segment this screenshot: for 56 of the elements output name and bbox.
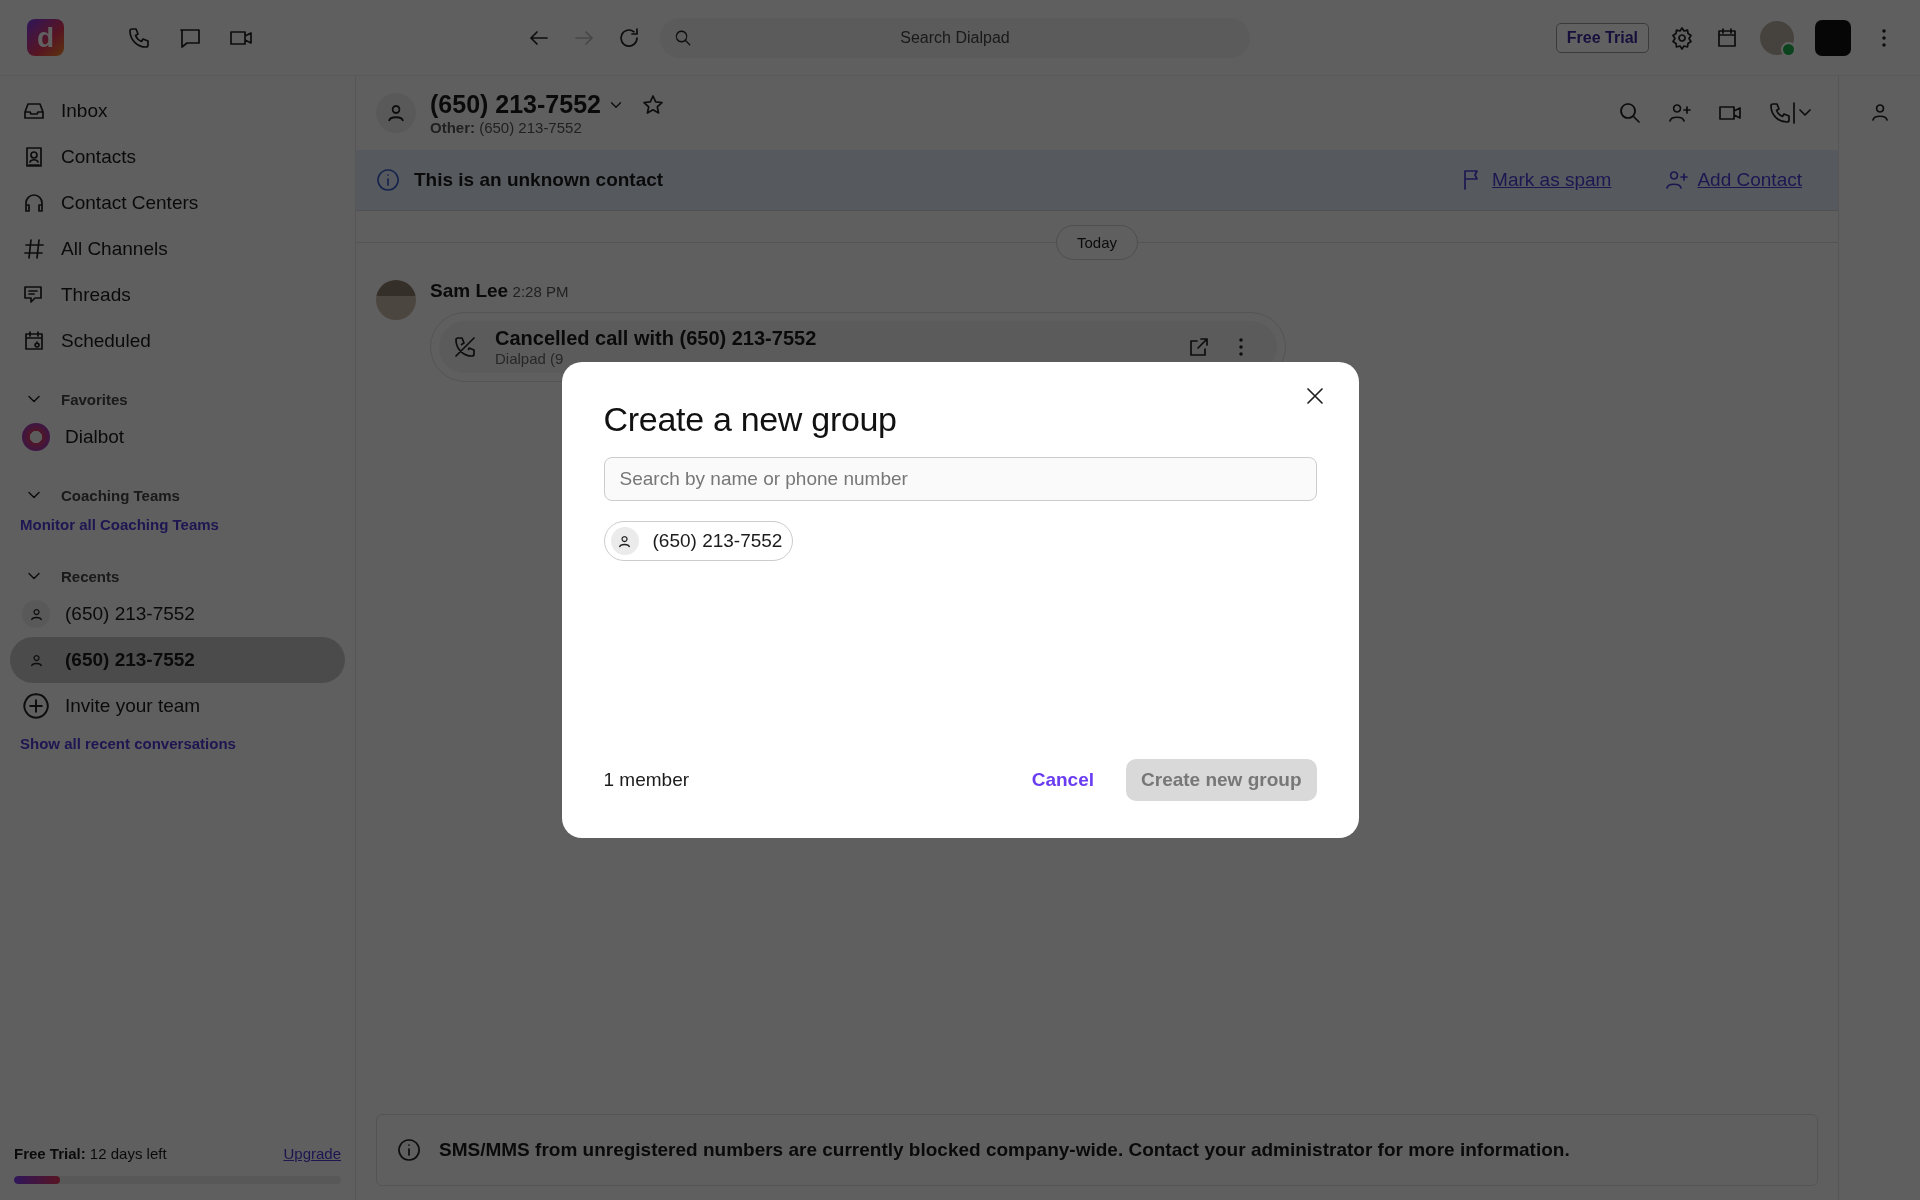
nav-item[interactable]: Inbox: [10, 88, 345, 134]
dialog-title: Create a new group: [603, 400, 898, 439]
calendar-icon[interactable]: [1715, 25, 1739, 50]
nav-item[interactable]: Threads: [10, 272, 345, 318]
add-contact-link[interactable]: Add Contact: [1665, 168, 1802, 192]
add-person-icon: [1665, 168, 1690, 192]
add-person-icon[interactable]: [1668, 101, 1692, 125]
contact-avatar-icon: [376, 93, 416, 133]
phone-icon[interactable]: [127, 25, 151, 50]
info-icon: [397, 1138, 421, 1162]
sender-avatar: [376, 280, 416, 320]
member-search-field[interactable]: Search by name or phone number: [603, 457, 1317, 501]
search-icon: [674, 28, 692, 47]
recent-conversations-link[interactable]: Show all recent conversations: [10, 729, 345, 760]
recent-item[interactable]: (650) 213-7552: [10, 637, 345, 683]
message-time: 2:28 PM: [512, 283, 569, 300]
person-icon: [610, 527, 639, 555]
monitor-link[interactable]: Monitor all Coaching Teams: [10, 510, 345, 541]
unknown-contact-notice: This is an unknown contact: [414, 169, 664, 191]
settings-icon[interactable]: [1670, 25, 1694, 50]
section-header[interactable]: Coaching Teams: [10, 480, 345, 510]
calendar-icon: [22, 329, 46, 353]
favorite-item[interactable]: Dialbot: [10, 414, 345, 460]
call-title: Cancelled call with (650) 213-7552: [495, 327, 817, 350]
date-divider: Today: [1056, 225, 1138, 260]
nav-item[interactable]: Contact Centers: [10, 180, 345, 226]
person-icon: [22, 600, 50, 628]
member-count: 1 member: [603, 769, 690, 791]
sender-name: Sam Lee: [430, 280, 509, 301]
refresh-icon[interactable]: [617, 25, 641, 50]
headset-icon: [22, 191, 46, 215]
section-header[interactable]: Favorites: [10, 384, 345, 414]
upgrade-link[interactable]: Upgrade: [283, 1145, 341, 1162]
bot-avatar-icon: [22, 423, 50, 451]
cancel-button[interactable]: Cancel: [1025, 768, 1100, 792]
section-header[interactable]: Recents: [10, 561, 345, 591]
contact-subtitle: Other: (650) 213-7552: [430, 119, 583, 136]
sms-block-notice: SMS/MMS from unregistered numbers are currently blocked company-wide. Contact your administrator for more information.: [439, 1139, 1570, 1161]
search-icon[interactable]: [1618, 101, 1642, 125]
invite-item[interactable]: Invite your team: [10, 683, 345, 729]
trial-status: Free Trial: 12 days left: [14, 1145, 167, 1162]
info-icon: [376, 168, 400, 192]
recent-item[interactable]: (650) 213-7552: [10, 591, 345, 637]
app-logo[interactable]: d: [27, 19, 64, 56]
missed-call-icon: [453, 335, 477, 359]
user-avatar[interactable]: [1760, 20, 1794, 55]
nav-item[interactable]: All Channels: [10, 226, 345, 272]
hash-icon: [22, 237, 46, 261]
nav-item[interactable]: Scheduled: [10, 318, 345, 364]
phone-dropdown-icon[interactable]: [1768, 101, 1812, 125]
contact-title: (650) 213-7552: [430, 90, 601, 119]
external-link-icon[interactable]: [1187, 335, 1211, 359]
search-field[interactable]: Search Dialpad: [660, 17, 1250, 58]
mark-spam-link[interactable]: Mark as spam: [1460, 168, 1612, 192]
free-trial-button[interactable]: Free Trial: [1555, 22, 1649, 53]
nav-item[interactable]: Contacts: [10, 134, 345, 180]
